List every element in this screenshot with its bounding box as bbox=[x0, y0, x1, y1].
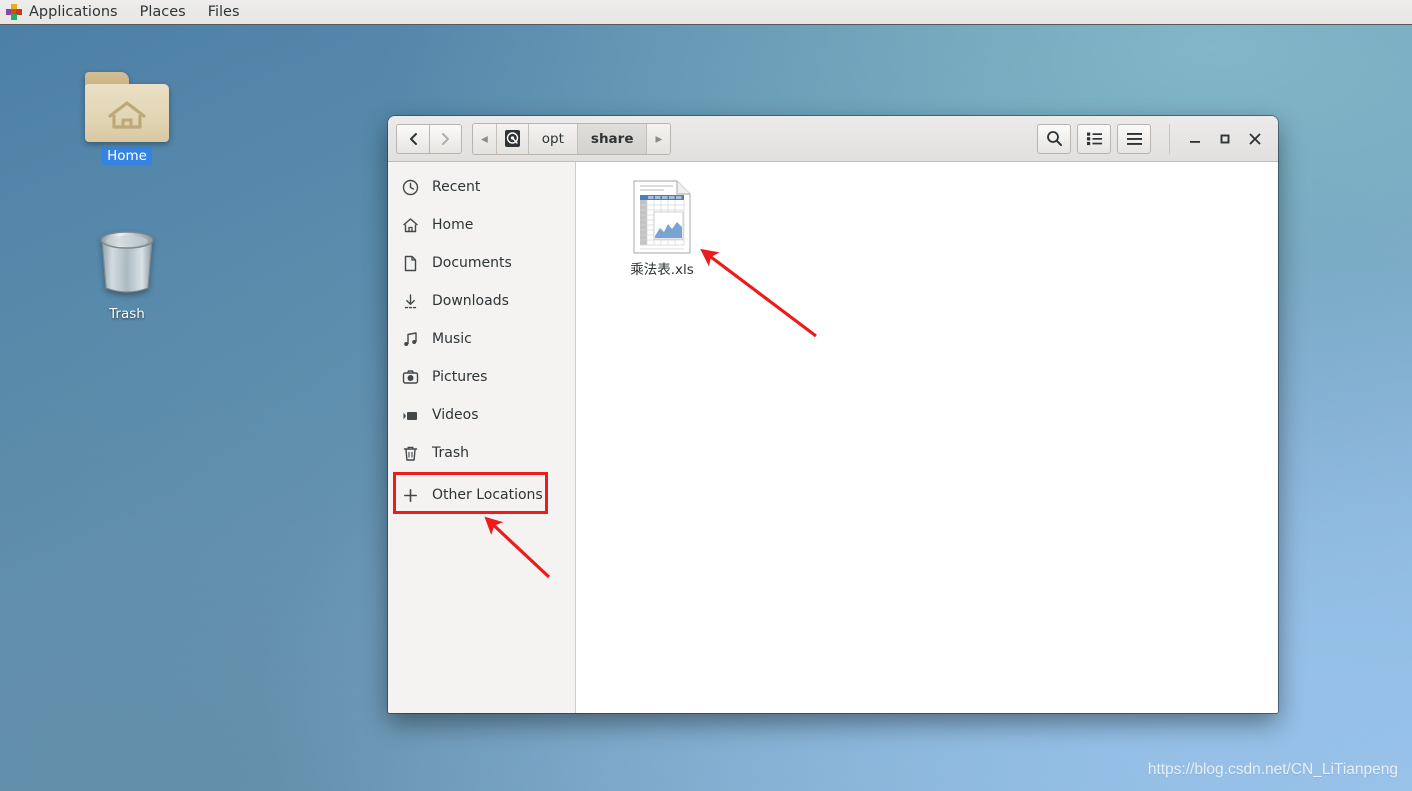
file-manager-window: ◂ opt share ▸ Recent Home Documents Down… bbox=[388, 116, 1278, 713]
video-icon bbox=[402, 407, 419, 424]
camera-icon bbox=[402, 369, 419, 386]
search-icon bbox=[1046, 131, 1062, 146]
maximize-icon bbox=[1220, 134, 1230, 143]
panel-places[interactable]: Places bbox=[129, 0, 197, 24]
panel-files[interactable]: Files bbox=[197, 0, 251, 24]
breadcrumb-item-disk[interactable] bbox=[496, 123, 529, 154]
sidebar-item-label: Trash bbox=[432, 445, 469, 461]
panel-applications[interactable]: Applications bbox=[18, 0, 129, 24]
sidebar-item-label: Pictures bbox=[432, 369, 488, 385]
top-panel: Applications Places Files bbox=[0, 0, 1412, 25]
breadcrumb-scroll-right[interactable]: ▸ bbox=[647, 123, 671, 154]
sidebar-item-label: Downloads bbox=[432, 293, 509, 309]
other-locations-label: Other Locations bbox=[432, 487, 543, 503]
close-button[interactable] bbox=[1240, 124, 1270, 154]
view-toggle-button[interactable] bbox=[1077, 123, 1111, 154]
file-list-area[interactable]: 乘法表.xls bbox=[576, 162, 1278, 713]
hamburger-menu-icon bbox=[1126, 132, 1142, 145]
sidebar-item-music[interactable]: Music bbox=[388, 320, 575, 358]
music-note-icon bbox=[402, 331, 419, 348]
window-body: Recent Home Documents Downloads Music Pi… bbox=[388, 162, 1278, 713]
window-controls bbox=[1169, 123, 1270, 154]
sidebar-item-recent[interactable]: Recent bbox=[388, 168, 575, 206]
other-locations-item[interactable]: Other Locations bbox=[388, 476, 575, 514]
search-button[interactable] bbox=[1037, 123, 1071, 154]
desktop-screen: Applications Places Files Home Trash ◂ o… bbox=[0, 0, 1412, 791]
forward-button[interactable] bbox=[429, 123, 462, 154]
desktop-icon-trash[interactable]: Trash bbox=[67, 226, 187, 323]
sidebar-item-label: Home bbox=[432, 217, 474, 233]
clock-icon bbox=[402, 179, 419, 196]
breadcrumb-scroll-left[interactable]: ◂ bbox=[473, 123, 497, 154]
home-icon bbox=[402, 217, 419, 234]
menu-button[interactable] bbox=[1117, 123, 1151, 154]
applications-grid-icon[interactable] bbox=[6, 4, 22, 20]
sidebar-item-videos[interactable]: Videos bbox=[388, 396, 575, 434]
sidebar-item-label: Documents bbox=[432, 255, 512, 271]
hard-disk-icon bbox=[504, 130, 520, 147]
file-name-label: 乘法表.xls bbox=[630, 262, 694, 278]
trash-icon bbox=[402, 445, 419, 462]
breadcrumb-item-opt[interactable]: opt bbox=[528, 123, 578, 154]
maximize-button[interactable] bbox=[1210, 124, 1240, 154]
sidebar: Recent Home Documents Downloads Music Pi… bbox=[388, 162, 576, 713]
watermark-text: https://blog.csdn.net/CN_LiTianpeng bbox=[1147, 761, 1398, 778]
home-folder-icon bbox=[85, 72, 169, 142]
house-emblem-icon bbox=[108, 101, 146, 129]
sidebar-item-label: Videos bbox=[432, 407, 479, 423]
desktop-icon-label-home: Home bbox=[102, 147, 152, 165]
sidebar-item-downloads[interactable]: Downloads bbox=[388, 282, 575, 320]
sidebar-item-label: Music bbox=[432, 331, 472, 347]
breadcrumb-item-share[interactable]: share bbox=[577, 123, 648, 154]
minimize-button[interactable] bbox=[1180, 124, 1210, 154]
sidebar-item-pictures[interactable]: Pictures bbox=[388, 358, 575, 396]
plus-icon bbox=[402, 487, 419, 504]
window-header-bar: ◂ opt share ▸ bbox=[388, 116, 1278, 162]
spreadsheet-file-icon bbox=[633, 180, 691, 254]
header-tools bbox=[1037, 123, 1270, 154]
desktop-icon-home[interactable]: Home bbox=[67, 72, 187, 165]
minimize-icon bbox=[1190, 140, 1200, 143]
document-icon bbox=[402, 255, 419, 272]
back-button[interactable] bbox=[396, 123, 429, 154]
sidebar-item-documents[interactable]: Documents bbox=[388, 244, 575, 282]
navigation-buttons bbox=[396, 123, 462, 154]
sidebar-item-trash[interactable]: Trash bbox=[388, 434, 575, 472]
close-icon bbox=[1249, 133, 1261, 144]
desktop-icon-label-trash: Trash bbox=[109, 306, 145, 322]
list-view-icon bbox=[1086, 132, 1102, 146]
breadcrumb: ◂ opt share ▸ bbox=[472, 122, 672, 155]
sidebar-item-label: Recent bbox=[432, 179, 481, 195]
trash-can-icon bbox=[92, 226, 162, 300]
download-icon bbox=[402, 293, 419, 310]
sidebar-item-home[interactable]: Home bbox=[388, 206, 575, 244]
file-item[interactable]: 乘法表.xls bbox=[614, 180, 710, 278]
